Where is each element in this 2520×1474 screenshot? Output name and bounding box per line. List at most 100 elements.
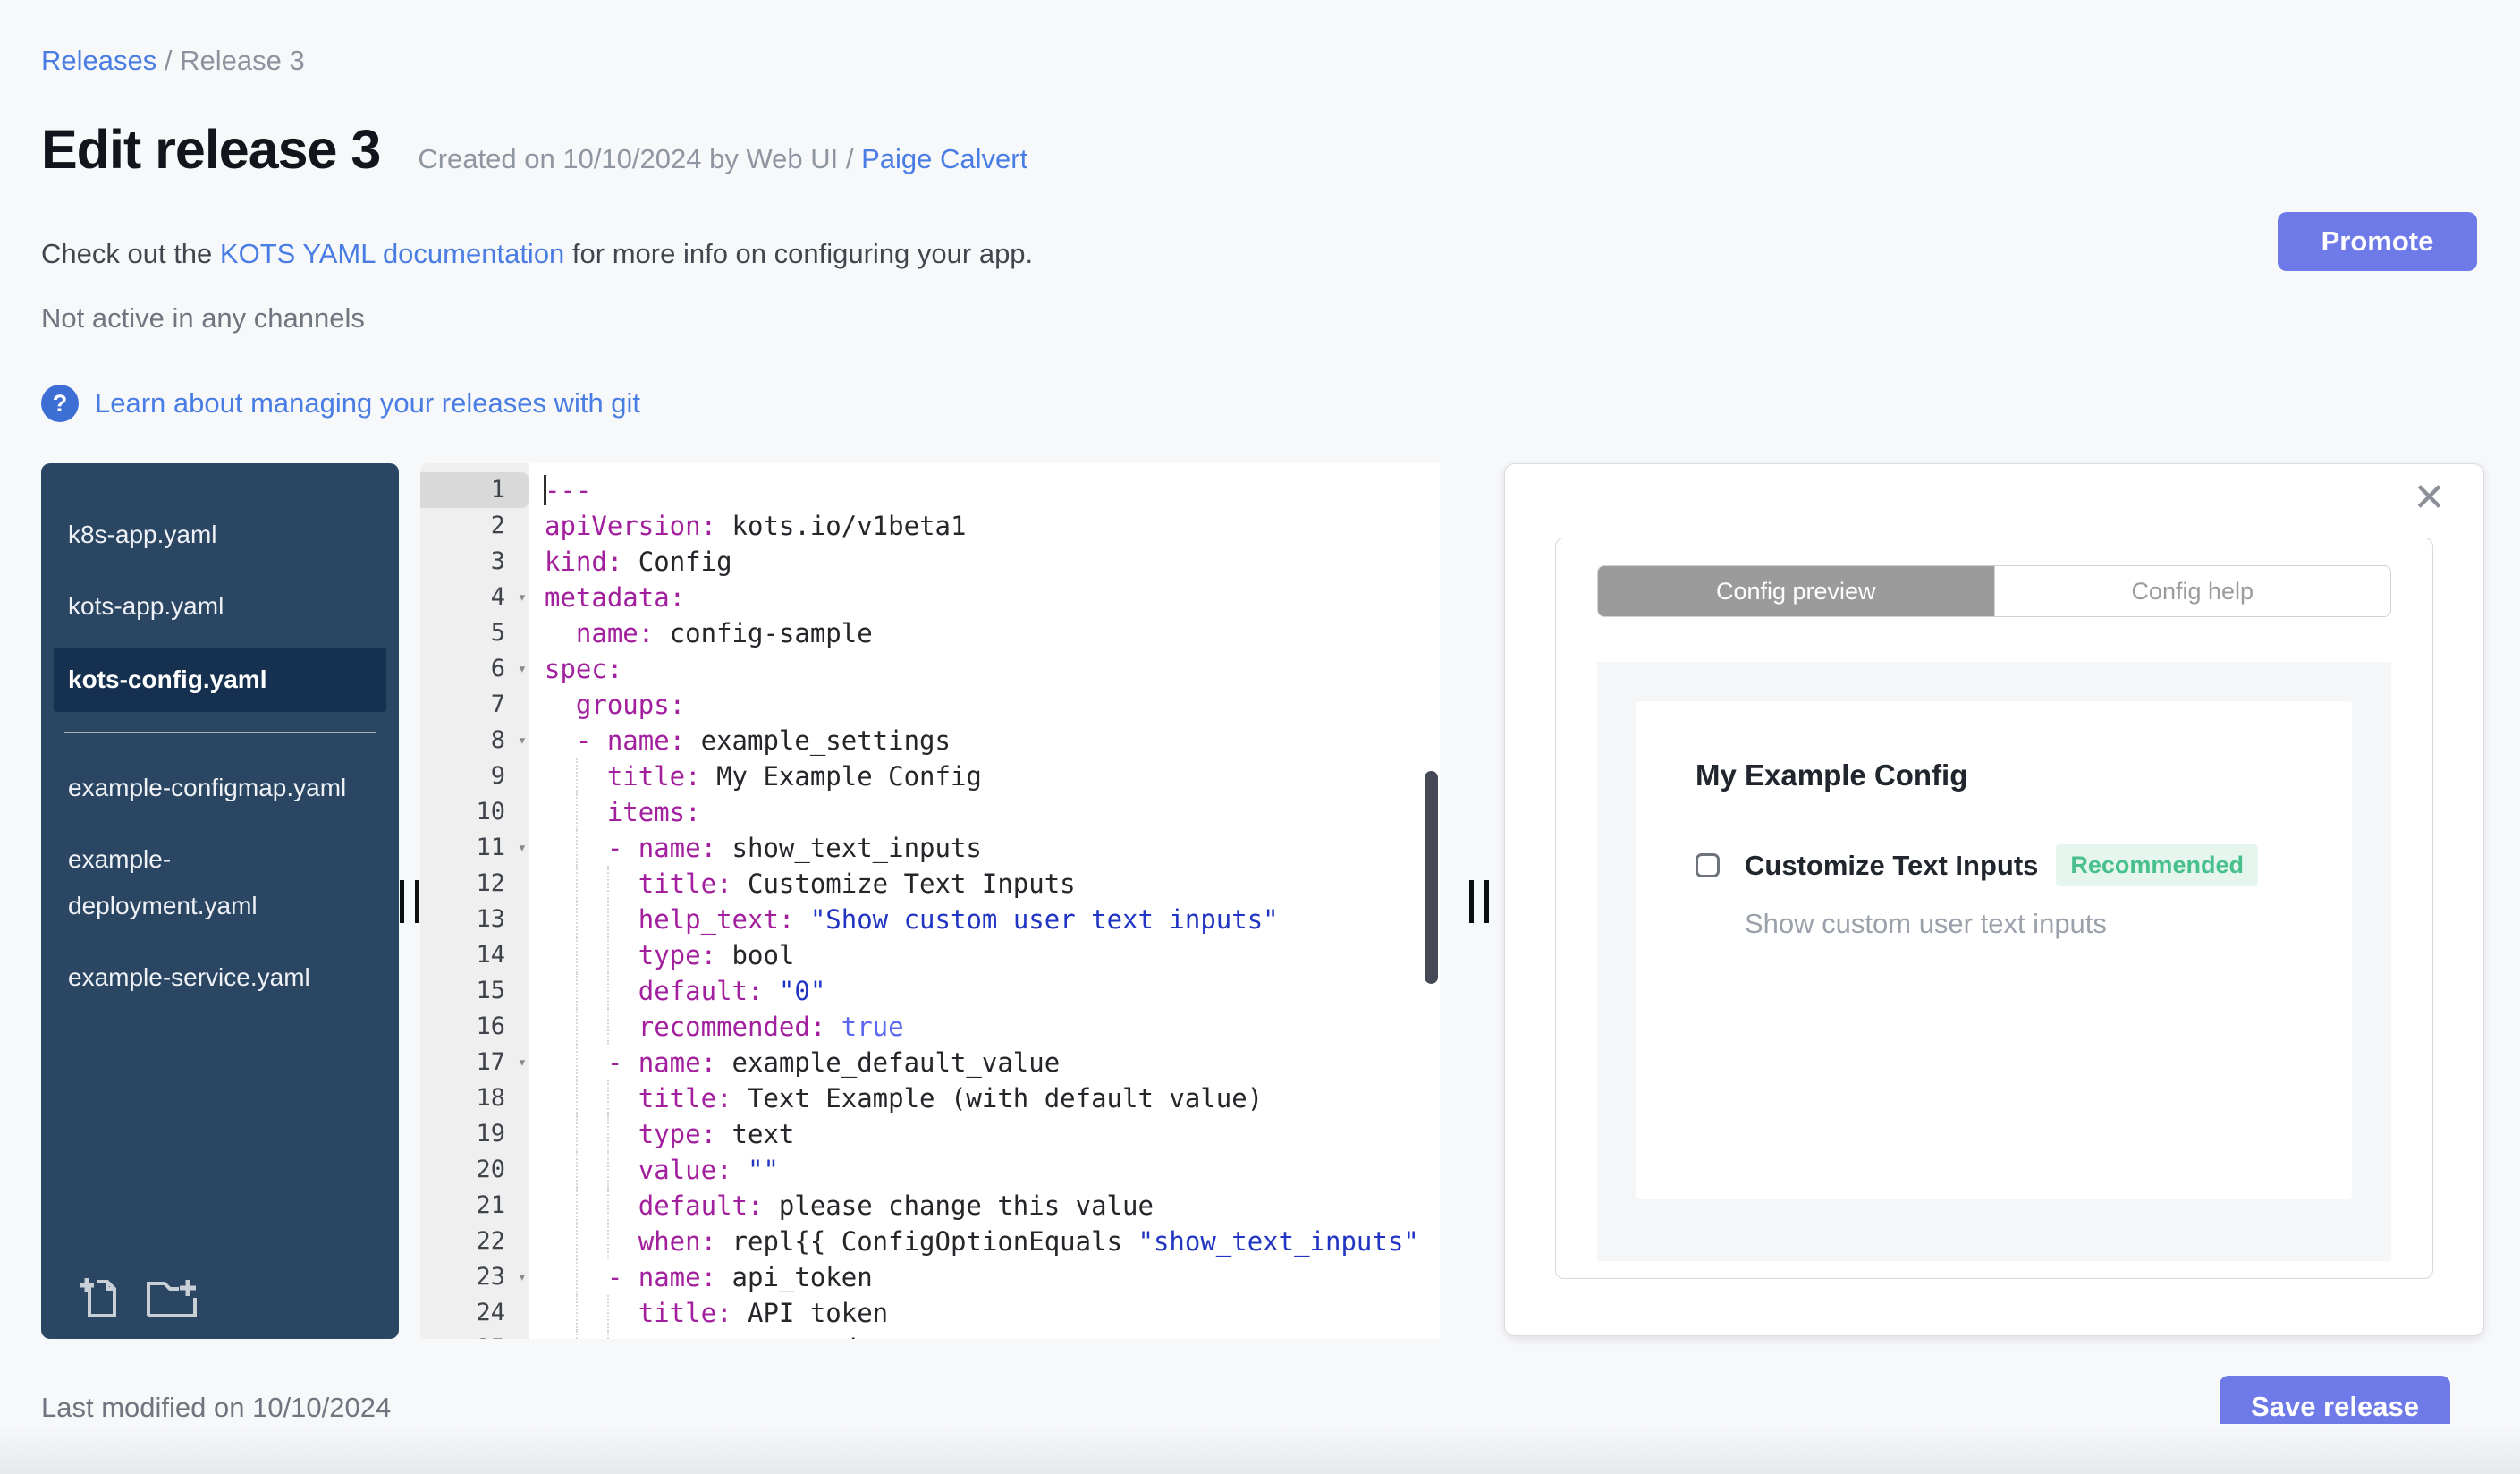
tab-config-preview[interactable]: Config preview [1598,566,1994,616]
indent-guide [575,1045,578,1080]
fold-arrow-icon[interactable]: ▾ [518,651,527,687]
indent-guide [575,973,578,1009]
line-number: 22 [476,1227,505,1255]
config-item-checkbox[interactable] [1696,853,1720,877]
code-line[interactable]: name: config-sample [530,615,1440,651]
code-line[interactable]: - name: show_text_inputs [530,830,1440,866]
pane-resize-handle-left[interactable] [400,880,419,923]
code-line[interactable]: default: "0" [530,973,1440,1009]
indent-guide [575,866,578,902]
file-tree-item[interactable]: example-deployment.yaml [41,824,399,942]
code-line[interactable]: --- [530,472,1440,508]
code-line[interactable]: type: text [530,1116,1440,1152]
preview-inner-card: Config preview Config help My Example Con… [1555,538,2433,1279]
fold-arrow-icon[interactable]: ▾ [518,723,527,758]
code-line[interactable]: title: Text Example (with default value) [530,1080,1440,1116]
indent-guide [575,1331,578,1339]
code-line[interactable]: items: [530,794,1440,830]
code-line[interactable]: spec: [530,651,1440,687]
fold-arrow-icon[interactable]: ▾ [518,580,527,615]
code-line[interactable]: - name: example_settings [530,723,1440,758]
line-number: 10 [476,798,505,826]
code-line[interactable]: groups: [530,687,1440,723]
tab-config-help[interactable]: Config help [1993,566,2390,616]
close-icon[interactable]: ✕ [2413,479,2446,518]
line-number: 18 [476,1084,505,1112]
indent-guide [606,1080,609,1116]
new-folder-icon[interactable] [145,1275,199,1319]
code-line[interactable]: value: "" [530,1152,1440,1188]
editor-vertical-scrollbar[interactable] [1425,771,1438,984]
line-number: 21 [476,1191,505,1219]
code-line[interactable]: apiVersion: kots.io/v1beta1 [530,508,1440,544]
line-number: 17 ▾ [420,1045,529,1080]
title-row: Edit release 3 Created on 10/10/2024 by … [41,118,1027,181]
indent-guide [575,1080,578,1116]
breadcrumb: Releases / Release 3 [41,45,305,77]
code-line[interactable]: help_text: "Show custom user text inputs… [530,902,1440,937]
editor-code-area[interactable]: --- apiVersion: kots.io/v1beta1 kind: Conf… [530,472,1440,1339]
line-number: 16 [476,1012,505,1040]
config-item-label: Customize Text Inputs [1745,849,2039,881]
file-tree-item[interactable]: kots-config.yaml [54,648,386,712]
file-tree-item[interactable]: kots-app.yaml [41,571,399,642]
pane-resize-handle-right[interactable] [1469,880,1489,923]
code-line[interactable]: recommended: true [530,1009,1440,1045]
indent-guide [606,1224,609,1259]
breadcrumb-releases-link[interactable]: Releases [41,45,156,76]
code-line[interactable]: title: API token [530,1295,1440,1331]
fold-arrow-icon[interactable]: ▾ [518,830,527,866]
line-number: 3 [490,547,505,575]
line-number: 1 [420,472,529,508]
code-line[interactable]: type: bool [530,937,1440,973]
indent-guide [575,758,578,794]
line-number: 23 ▾ [420,1259,529,1295]
kots-yaml-docs-link[interactable]: KOTS YAML documentation [220,238,564,269]
recommended-badge: Recommended [2056,844,2258,886]
config-form-card: My Example Config Customize Text Inputs … [1636,701,2352,1199]
breadcrumb-separator: / [156,45,181,76]
indent-guide [575,1295,578,1331]
docs-post-text: for more info on configuring your app. [564,238,1034,269]
code-line[interactable]: kind: Config [530,544,1440,580]
config-preview-panel: ✕ Config preview Config help My Example C… [1504,463,2484,1336]
code-line[interactable]: title: My Example Config [530,758,1440,794]
breadcrumb-current: Release 3 [180,45,305,76]
line-number: 7 [490,690,505,718]
indent-guide [575,1188,578,1224]
code-line[interactable]: - name: api_token [530,1259,1440,1295]
code-line[interactable]: default: please change this value [530,1188,1440,1224]
file-tree-item[interactable]: example-service.yaml [41,942,399,1013]
config-group-title: My Example Config [1696,758,1968,792]
indent-guide [606,1331,609,1339]
line-number: 12 [476,869,505,897]
indent-guide [575,1259,578,1295]
code-line[interactable]: metadata: [530,580,1440,615]
yaml-editor[interactable]: 1 2 3 4 ▾ 5 6 ▾ 7 8 ▾ 9 10 11 ▾ 12 13 14 15 16 17 ▾ 18 19 20 21 22… [420,463,1440,1339]
file-tree-item[interactable]: k8s-app.yaml [41,499,399,571]
indent-guide [575,830,578,866]
line-number: 20 [476,1156,505,1183]
line-number: 14 [476,941,505,969]
fold-arrow-icon[interactable]: ▾ [518,1259,527,1295]
line-number: 9 [490,762,505,790]
code-line[interactable]: - name: example_default_value [530,1045,1440,1080]
line-number: 25 [420,1331,529,1339]
file-tree-item[interactable]: example-configmap.yaml [41,752,399,824]
author-link[interactable]: Paige Calvert [861,143,1027,174]
question-mark-icon: ? [41,385,79,422]
fold-arrow-icon[interactable]: ▾ [518,1045,527,1080]
code-line[interactable]: type: password [530,1331,1440,1339]
code-line[interactable]: when: repl{{ ConfigOptionEquals "show_te… [530,1224,1440,1259]
line-number: 13 [476,905,505,933]
line-number: 11 ▾ [420,830,529,866]
git-help-link[interactable]: Learn about managing your releases with … [95,387,640,419]
indent-guide [575,902,578,937]
code-line[interactable]: title: Customize Text Inputs [530,866,1440,902]
promote-button[interactable]: Promote [2278,212,2477,271]
git-help-row: ? Learn about managing your releases wit… [41,385,640,422]
line-number: 8 ▾ [420,723,529,758]
edit-release-page: { "breadcrumb": { "link": "Releases", "s… [0,0,2520,1474]
save-release-button[interactable]: Save release [2220,1376,2450,1438]
new-file-icon[interactable] [77,1275,120,1319]
